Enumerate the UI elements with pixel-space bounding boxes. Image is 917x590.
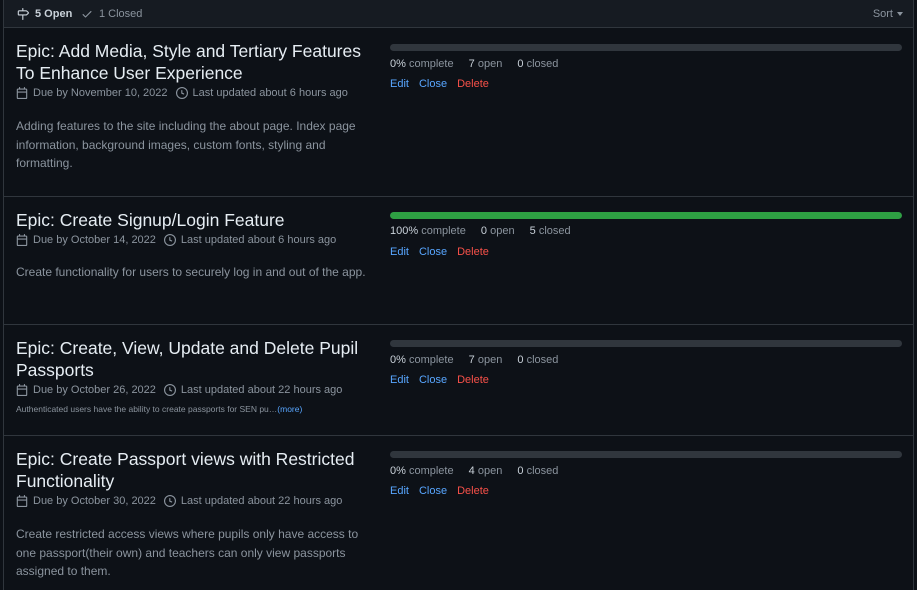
delete-button[interactable]: Delete <box>457 78 489 90</box>
milestone-description: Authenticated users have the ability to … <box>16 404 302 414</box>
milestone-actions: Edit Close Delete <box>390 485 499 497</box>
open-issues-count: 7 <box>468 354 475 366</box>
milestone-meta: Due by November 10, 2022 Last updated ab… <box>16 87 348 99</box>
last-updated: Last updated about 22 hours ago <box>180 384 343 396</box>
complete-label: complete <box>408 58 454 70</box>
chevron-down-icon <box>897 11 903 16</box>
milestone-item: Epic: Create Passport views with Restric… <box>4 436 913 590</box>
close-button[interactable]: Close <box>419 374 447 386</box>
milestone-description: Create restricted access views where pup… <box>16 527 359 578</box>
edit-button[interactable]: Edit <box>390 485 409 497</box>
progress-fill <box>390 212 902 219</box>
milestone-actions: Edit Close Delete <box>390 78 499 90</box>
closed-issues-count: 0 <box>517 465 524 477</box>
open-label: open <box>477 465 503 477</box>
closed-label: closed <box>526 58 559 70</box>
milestone-actions: Edit Close Delete <box>390 374 499 386</box>
description-text: Authenticated users have the ability to … <box>16 404 278 414</box>
milestone-actions: Edit Close Delete <box>390 246 499 258</box>
milestone-title[interactable]: Epic: Create Signup/Login Feature <box>16 209 376 231</box>
milestone-stats: 0% complete 7 open 0 closed <box>390 354 570 366</box>
closed-issues-count: 0 <box>517 58 524 70</box>
delete-button[interactable]: Delete <box>457 374 489 386</box>
complete-percent: 0% <box>390 465 406 477</box>
last-updated: Last updated about 22 hours ago <box>180 495 343 507</box>
sort-dropdown[interactable]: Sort <box>873 0 903 27</box>
milestone-stats: 0% complete 7 open 0 closed <box>390 58 570 70</box>
closed-issues-count: 0 <box>517 354 524 366</box>
calendar-icon <box>16 495 28 507</box>
clock-icon <box>163 495 176 507</box>
milestone-item: Epic: Create, View, Update and Delete Pu… <box>4 325 913 436</box>
last-updated: Last updated about 6 hours ago <box>180 234 337 246</box>
closed-label: closed <box>538 225 571 237</box>
due-date: Due by October 14, 2022 <box>33 234 156 246</box>
progress-bar <box>390 212 902 219</box>
milestone-item: Epic: Create Signup/Login Feature Due by… <box>4 197 913 325</box>
edit-button[interactable]: Edit <box>390 78 409 90</box>
open-label: open <box>490 225 515 237</box>
milestones-header: 5 Open 1 Closed Sort <box>4 0 913 28</box>
progress-bar <box>390 44 902 51</box>
delete-button[interactable]: Delete <box>457 246 489 258</box>
milestone-icon <box>17 7 29 20</box>
open-milestones-tab[interactable]: 5 Open <box>17 0 72 27</box>
delete-button[interactable]: Delete <box>457 485 489 497</box>
closed-label: closed <box>526 354 559 366</box>
calendar-icon <box>16 87 28 99</box>
check-icon <box>82 10 92 18</box>
calendar-icon <box>16 234 28 246</box>
open-issues-count: 0 <box>480 225 488 237</box>
sort-label: Sort <box>872 7 893 20</box>
open-label: open <box>477 58 503 70</box>
milestone-title[interactable]: Epic: Create, View, Update and Delete Pu… <box>16 337 376 381</box>
open-count-label: 5 Open <box>35 7 73 20</box>
open-issues-count: 4 <box>468 465 475 477</box>
open-label: open <box>477 354 503 366</box>
progress-bar <box>390 451 902 458</box>
close-button[interactable]: Close <box>419 78 447 90</box>
due-date: Due by November 10, 2022 <box>33 87 168 99</box>
edit-button[interactable]: Edit <box>390 246 409 258</box>
calendar-icon <box>16 384 28 396</box>
last-updated: Last updated about 6 hours ago <box>192 87 348 99</box>
milestone-stats: 0% complete 4 open 0 closed <box>390 465 570 477</box>
complete-label: complete <box>408 465 454 477</box>
milestone-meta: Due by October 26, 2022 Last updated abo… <box>16 384 342 396</box>
complete-label: complete <box>421 225 466 237</box>
complete-percent: 0% <box>390 58 406 70</box>
complete-label: complete <box>408 354 454 366</box>
closed-issues-count: 5 <box>529 225 536 237</box>
close-button[interactable]: Close <box>419 485 447 497</box>
clock-icon <box>163 384 176 396</box>
closed-count-label: 1 Closed <box>99 7 143 20</box>
clock-icon <box>163 234 176 246</box>
milestone-title[interactable]: Epic: Create Passport views with Restric… <box>16 448 376 492</box>
milestone-meta: Due by October 30, 2022 Last updated abo… <box>16 495 342 507</box>
milestone-stats: 100% complete 0 open 5 closed <box>390 225 583 237</box>
open-issues-count: 7 <box>468 58 475 70</box>
close-button[interactable]: Close <box>419 246 447 258</box>
milestone-description: Adding features to the site including th… <box>16 119 356 170</box>
closed-milestones-tab[interactable]: 1 Closed <box>81 0 142 27</box>
complete-percent: 0% <box>390 354 406 366</box>
milestone-title[interactable]: Epic: Add Media, Style and Tertiary Feat… <box>16 40 376 84</box>
milestone-item: Epic: Add Media, Style and Tertiary Feat… <box>4 28 913 197</box>
milestone-meta: Due by October 14, 2022 Last updated abo… <box>16 234 336 246</box>
more-link[interactable]: (more) <box>277 404 302 414</box>
closed-label: closed <box>526 465 559 477</box>
milestones-panel: 5 Open 1 Closed Sort Epic: Add Media, St… <box>3 0 914 590</box>
milestone-description: Create functionality for users to secure… <box>16 265 366 279</box>
progress-bar <box>390 340 902 347</box>
due-date: Due by October 30, 2022 <box>33 495 156 507</box>
edit-button[interactable]: Edit <box>390 374 409 386</box>
due-date: Due by October 26, 2022 <box>33 384 156 396</box>
clock-icon <box>175 87 188 99</box>
complete-percent: 100% <box>390 225 419 237</box>
